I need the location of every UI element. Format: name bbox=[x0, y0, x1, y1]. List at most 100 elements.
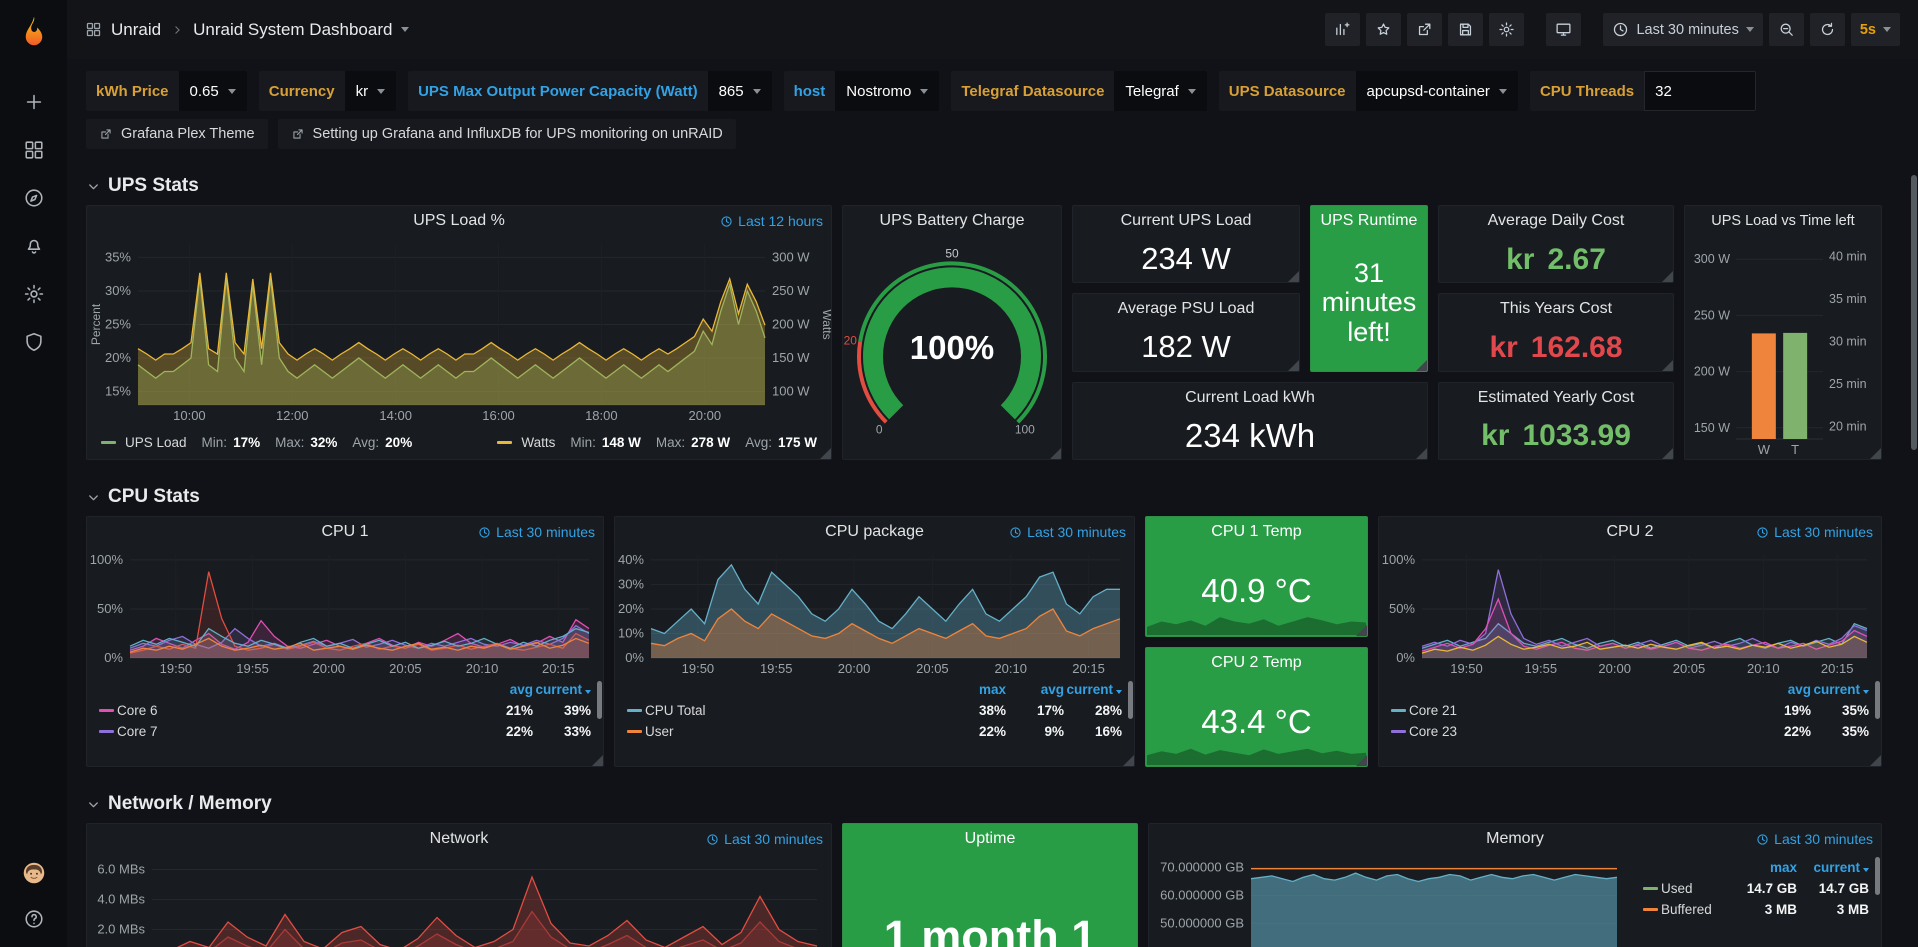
panel-title[interactable]: CPU package bbox=[825, 523, 924, 541]
panel-title[interactable]: Uptime bbox=[965, 830, 1016, 848]
panel-resize-handle[interactable] bbox=[1050, 448, 1061, 459]
panel-title[interactable]: Estimated Yearly Cost bbox=[1478, 389, 1635, 407]
dashboards-icon[interactable] bbox=[20, 136, 48, 164]
panel-title[interactable]: CPU 2 Temp bbox=[1211, 654, 1301, 672]
page-scrollbar[interactable] bbox=[1909, 0, 1918, 947]
panel-resize-handle[interactable] bbox=[1870, 448, 1881, 459]
alerting-icon[interactable] bbox=[20, 232, 48, 260]
panel-title[interactable]: UPS Runtime bbox=[1321, 212, 1418, 230]
refresh-button[interactable] bbox=[1810, 13, 1845, 46]
section-ups-stats[interactable]: UPS Stats bbox=[86, 175, 1892, 197]
panel-title[interactable]: Current UPS Load bbox=[1121, 212, 1252, 230]
ups-load-chart[interactable]: 15%20%25%30%35%100 W150 W200 W250 W300 W… bbox=[87, 236, 831, 425]
variable-value-ups-datasource[interactable]: apcupsd-container bbox=[1356, 71, 1518, 111]
panel-resize-handle[interactable] bbox=[1288, 271, 1299, 282]
panel-resize-handle[interactable] bbox=[1662, 360, 1673, 371]
memory-chart[interactable]: 50.000000 GB60.000000 GB70.000000 GB bbox=[1149, 854, 1631, 947]
help-icon[interactable] bbox=[20, 905, 48, 933]
panel-time-override[interactable]: Last 30 minutes bbox=[478, 517, 595, 547]
network-chart[interactable]: 2.0 MBs4.0 MBs6.0 MBs bbox=[87, 854, 831, 947]
panel-title[interactable]: CPU 1 Temp bbox=[1211, 523, 1301, 541]
panel-title[interactable]: CPU 1 bbox=[321, 523, 368, 541]
panel-time-override[interactable]: Last 30 minutes bbox=[1009, 517, 1126, 547]
zoom-out-button[interactable] bbox=[1769, 13, 1804, 46]
legend-sort-current[interactable]: current bbox=[533, 682, 591, 697]
avatar[interactable] bbox=[20, 859, 48, 887]
variable-value-telegraf-datasource[interactable]: Telegraf bbox=[1114, 71, 1206, 111]
legend-row-core-21[interactable]: Core 2119%35% bbox=[1387, 700, 1873, 721]
time-range-picker[interactable]: Last 30 minutes bbox=[1603, 13, 1762, 46]
dashboard-link-grafana-plex-theme[interactable]: Grafana Plex Theme bbox=[86, 119, 268, 149]
cpu2-chart[interactable]: 0%50%100%19:5019:5520:0020:0520:1020:15 bbox=[1379, 547, 1881, 678]
refresh-interval-picker[interactable]: 5s bbox=[1851, 13, 1900, 46]
add-panel-button[interactable] bbox=[1325, 13, 1360, 46]
grafana-logo[interactable] bbox=[14, 12, 54, 52]
dashboard-settings-button[interactable] bbox=[1489, 13, 1524, 46]
legend-row-user[interactable]: User22%9%16% bbox=[623, 721, 1126, 742]
panel-time-override[interactable]: Last 30 minutes bbox=[1756, 517, 1873, 547]
legend-sort-avg[interactable]: avg bbox=[1753, 682, 1811, 697]
panel-title[interactable]: CPU 2 bbox=[1606, 523, 1653, 541]
panel-title[interactable]: This Years Cost bbox=[1500, 300, 1612, 318]
panel-time-override[interactable]: Last 30 minutes bbox=[706, 824, 823, 854]
cpu1-chart[interactable]: 0%50%100%19:5019:5520:0020:0520:1020:15 bbox=[87, 547, 603, 678]
panel-resize-handle[interactable] bbox=[1288, 360, 1299, 371]
panel-time-override[interactable]: Last 30 minutes bbox=[1756, 824, 1873, 854]
legend-sort-avg[interactable]: avg bbox=[1006, 682, 1064, 697]
legend-row-core-7[interactable]: Core 722%33% bbox=[95, 721, 595, 742]
panel-resize-handle[interactable] bbox=[1870, 755, 1881, 766]
panel-title[interactable]: Average Daily Cost bbox=[1488, 212, 1625, 230]
legend-scrollbar[interactable] bbox=[597, 681, 602, 719]
panel-title[interactable]: UPS Battery Charge bbox=[880, 212, 1025, 230]
legend-scrollbar[interactable] bbox=[1875, 857, 1880, 895]
panel-title[interactable]: Memory bbox=[1486, 830, 1544, 848]
section-cpu-stats[interactable]: CPU Stats bbox=[86, 486, 1892, 508]
breadcrumb-dashboard-title[interactable]: Unraid System Dashboard bbox=[193, 20, 392, 40]
panel-resize-handle[interactable] bbox=[1416, 360, 1427, 371]
create-icon[interactable] bbox=[20, 88, 48, 116]
caret-down-icon[interactable] bbox=[401, 27, 409, 32]
legend-sort-current[interactable]: current bbox=[1811, 682, 1869, 697]
legend-sort-current[interactable]: current bbox=[1064, 682, 1122, 697]
panel-resize-handle[interactable] bbox=[592, 755, 603, 766]
panel-resize-handle[interactable] bbox=[1662, 271, 1673, 282]
cpu-package-chart[interactable]: 0%10%20%30%40%19:5019:5520:0020:0520:102… bbox=[615, 547, 1134, 678]
variable-value-host[interactable]: Nostromo bbox=[835, 71, 939, 111]
legend-sort-max[interactable]: max bbox=[948, 682, 1006, 697]
star-button[interactable] bbox=[1366, 13, 1401, 46]
legend-item-ups-load[interactable]: UPS LoadMin:17%Max:32%Avg:20% bbox=[101, 435, 412, 450]
variable-input-cpu-threads[interactable] bbox=[1644, 71, 1756, 111]
panel-resize-handle[interactable] bbox=[1356, 625, 1367, 636]
dashboard-link-setting-up-grafana-and-influxdb-for-ups-monitoring-on-unraid[interactable]: Setting up Grafana and InfluxDB for UPS … bbox=[278, 119, 736, 149]
ups-vs-time-chart[interactable]: 150 W200 W250 W300 W20 min25 min30 min35… bbox=[1685, 236, 1881, 459]
variable-value-kwh-price[interactable]: 0.65 bbox=[179, 71, 247, 111]
legend-row-core-6[interactable]: Core 621%39% bbox=[95, 700, 595, 721]
panel-resize-handle[interactable] bbox=[1416, 448, 1427, 459]
legend-sort-avg[interactable]: avg bbox=[475, 682, 533, 697]
legend-row-cpu-total[interactable]: CPU Total38%17%28% bbox=[623, 700, 1126, 721]
panel-resize-handle[interactable] bbox=[820, 448, 831, 459]
panel-time-override[interactable]: Last 12 hours bbox=[720, 206, 823, 236]
variable-value-ups-max-output-power-capacity-watt[interactable]: 865 bbox=[708, 71, 772, 111]
legend-sort-current[interactable]: current bbox=[1797, 860, 1869, 875]
breadcrumb-folder[interactable]: Unraid bbox=[111, 20, 161, 40]
panel-title[interactable]: UPS Load % bbox=[413, 212, 505, 230]
configuration-icon[interactable] bbox=[20, 280, 48, 308]
panel-title[interactable]: Current Load kWh bbox=[1185, 389, 1315, 407]
variable-value-currency[interactable]: kr bbox=[345, 71, 397, 111]
section-network-memory[interactable]: Network / Memory bbox=[86, 793, 1892, 815]
legend-row-core-23[interactable]: Core 2322%35% bbox=[1387, 721, 1873, 742]
panel-resize-handle[interactable] bbox=[1123, 755, 1134, 766]
legend-row-used[interactable]: Used14.7 GB14.7 GB bbox=[1639, 878, 1873, 899]
panel-resize-handle[interactable] bbox=[1662, 448, 1673, 459]
legend-scrollbar[interactable] bbox=[1128, 681, 1133, 719]
legend-sort-max[interactable]: max bbox=[1725, 860, 1797, 875]
scrollbar-thumb[interactable] bbox=[1911, 175, 1917, 450]
panel-resize-handle[interactable] bbox=[1356, 755, 1367, 766]
explore-icon[interactable] bbox=[20, 184, 48, 212]
panel-title[interactable]: Network bbox=[430, 830, 489, 848]
legend-row-buffered[interactable]: Buffered3 MB3 MB bbox=[1639, 899, 1873, 920]
panel-title[interactable]: UPS Load vs Time left bbox=[1711, 213, 1854, 229]
battery-gauge[interactable]: 100% 02050100 bbox=[843, 236, 1061, 459]
legend-scrollbar[interactable] bbox=[1875, 681, 1880, 719]
